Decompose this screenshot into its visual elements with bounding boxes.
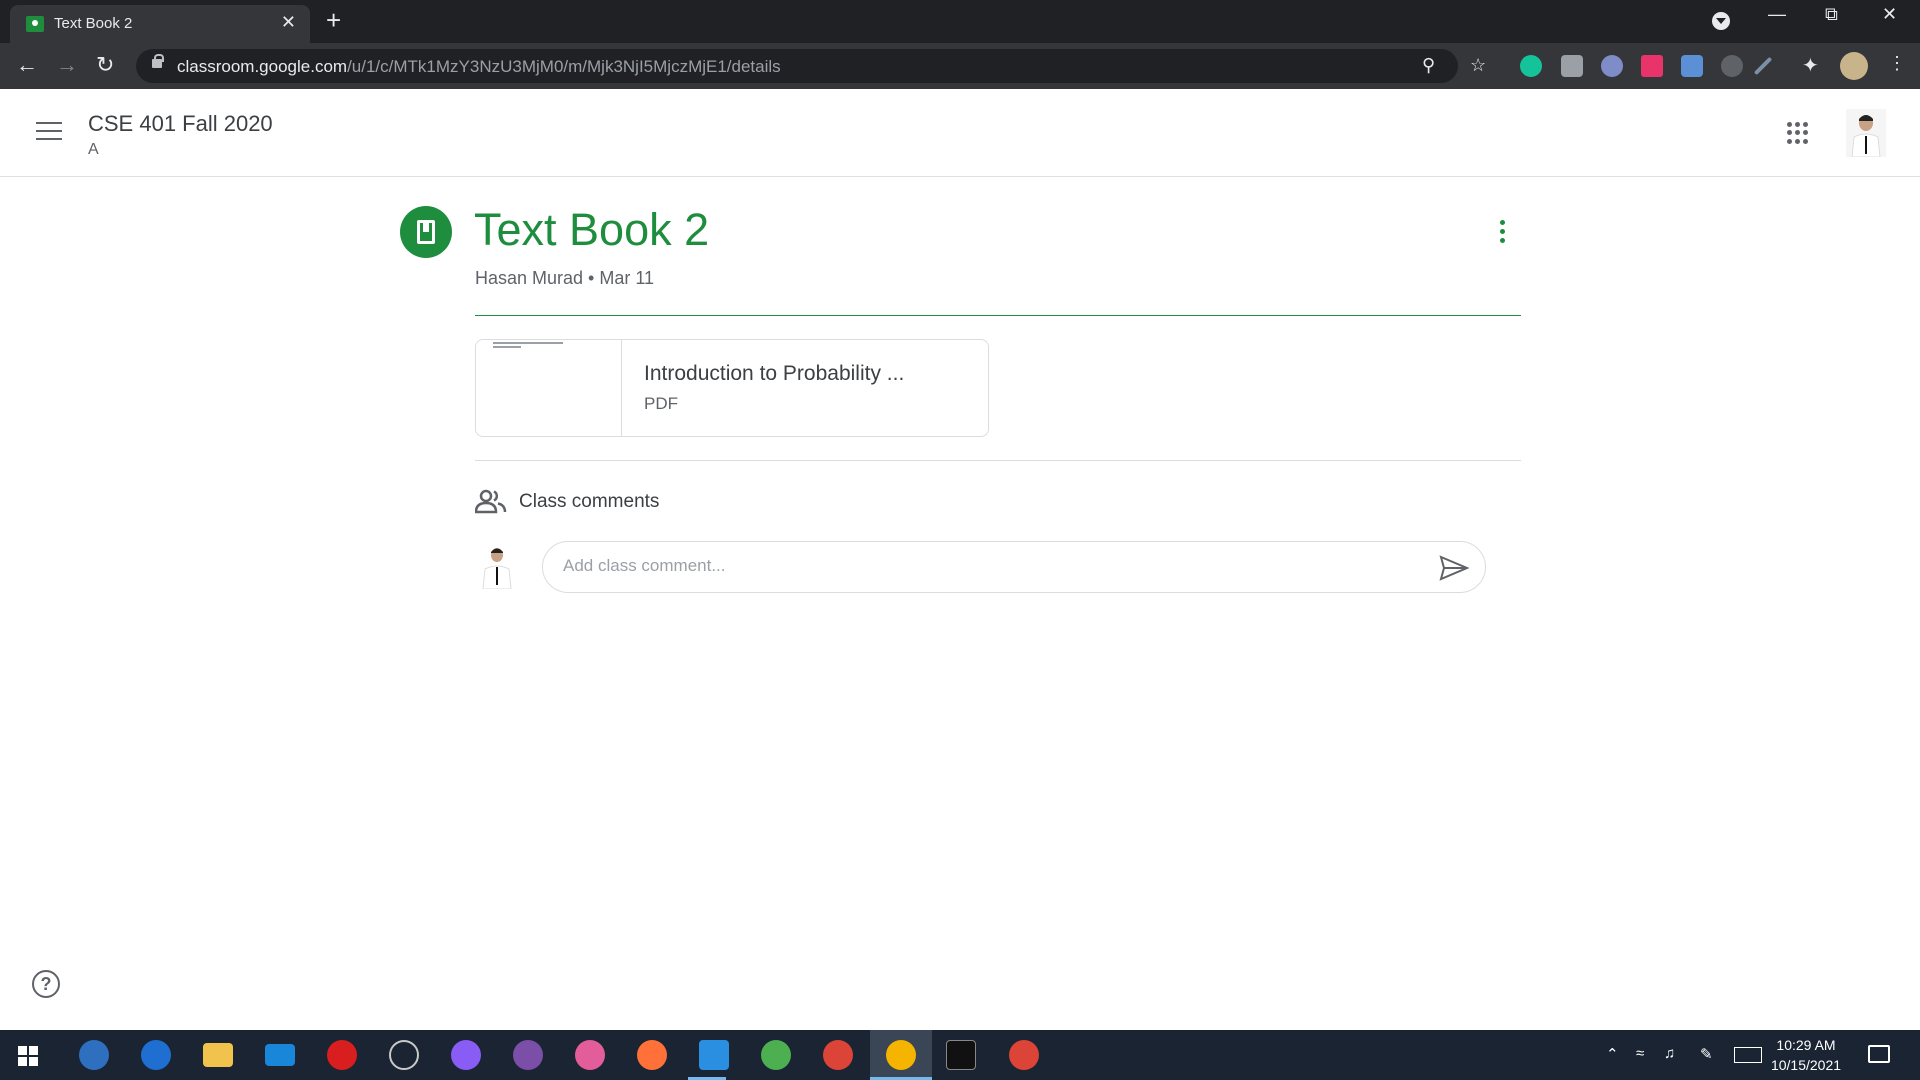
tab-search-icon[interactable] bbox=[1712, 12, 1730, 30]
user-avatar bbox=[475, 543, 519, 589]
bookmark-star-icon[interactable]: ☆ bbox=[1470, 55, 1486, 76]
extensions-puzzle-icon[interactable]: ✦ bbox=[1802, 53, 1819, 78]
material-book-icon bbox=[400, 206, 452, 258]
chrome-profile-icon[interactable] bbox=[823, 1040, 853, 1070]
class-title[interactable]: CSE 401 Fall 2020 bbox=[88, 111, 273, 137]
keyboard-icon[interactable] bbox=[1734, 1047, 1762, 1063]
attachment-name: Introduction to Probability ... bbox=[644, 362, 905, 385]
post-title: Text Book 2 bbox=[474, 204, 710, 255]
camera-extension-icon[interactable] bbox=[1561, 55, 1583, 77]
new-tab-button[interactable]: + bbox=[326, 5, 341, 35]
post-meta: Hasan Murad • Mar 11 bbox=[475, 268, 655, 288]
github-desktop-icon[interactable] bbox=[513, 1040, 543, 1070]
chrome-menu-icon[interactable]: ⋮ bbox=[1888, 53, 1906, 74]
chrome-canary-icon[interactable] bbox=[1009, 1040, 1039, 1070]
firefox-icon[interactable] bbox=[637, 1040, 667, 1070]
network-icon[interactable]: ≈ bbox=[1636, 1045, 1644, 1062]
classroom-header: CSE 401 Fall 2020 A bbox=[0, 89, 1920, 177]
show-hidden-icons-icon[interactable]: ⌃ bbox=[1606, 1045, 1619, 1063]
reload-icon[interactable]: ↻ bbox=[96, 52, 114, 78]
globe-app-icon[interactable] bbox=[761, 1040, 791, 1070]
extension-icon[interactable] bbox=[1601, 55, 1623, 77]
main-menu-icon[interactable] bbox=[36, 122, 62, 142]
chrome-icon[interactable] bbox=[886, 1040, 916, 1070]
messenger-icon[interactable] bbox=[451, 1040, 481, 1070]
paint-app-icon[interactable] bbox=[575, 1040, 605, 1070]
pen-extension-icon[interactable] bbox=[1753, 56, 1773, 76]
tab-title: Text Book 2 bbox=[54, 15, 133, 32]
browser-toolbar: ← → ↻ classroom.google.com/u/1/c/MTk1MzY… bbox=[0, 43, 1920, 89]
clock-time: 10:29 AM bbox=[1776, 1037, 1836, 1053]
flag-extension-icon[interactable] bbox=[1641, 55, 1663, 77]
url-text: classroom.google.com/u/1/c/MTk1MzY3NzU3M… bbox=[177, 57, 781, 76]
tab-close-icon[interactable]: ✕ bbox=[281, 12, 296, 33]
windows-taskbar: ⌃ ≈ ♫ ✎ 10:29 AM 10/15/2021 bbox=[0, 1030, 1920, 1080]
more-options-icon[interactable] bbox=[1497, 220, 1507, 248]
system-clock[interactable]: 10:29 AM 10/15/2021 bbox=[1768, 1035, 1844, 1075]
restore-icon[interactable]: ⧉ bbox=[1825, 4, 1838, 25]
browser-tab[interactable]: Text Book 2 ✕ bbox=[10, 5, 310, 43]
volume-icon[interactable]: ♫ bbox=[1664, 1045, 1675, 1062]
pen-workspace-icon[interactable]: ✎ bbox=[1700, 1045, 1713, 1063]
address-bar[interactable]: classroom.google.com/u/1/c/MTk1MzY3NzU3M… bbox=[136, 49, 1458, 83]
back-icon[interactable]: ← bbox=[16, 52, 38, 78]
minimize-icon[interactable]: — bbox=[1768, 4, 1786, 25]
profile-avatar[interactable] bbox=[1840, 52, 1868, 80]
classroom-favicon-icon bbox=[26, 16, 44, 32]
class-comments-label: Class comments bbox=[519, 491, 660, 512]
class-comment-field[interactable] bbox=[542, 541, 1486, 593]
people-icon bbox=[475, 489, 507, 514]
opera-icon[interactable] bbox=[327, 1040, 357, 1070]
vscode-icon[interactable] bbox=[699, 1040, 729, 1070]
attachment-divider bbox=[475, 460, 1521, 461]
attachment-card[interactable]: Introduction to Probability ... PDF bbox=[475, 339, 989, 437]
send-icon[interactable] bbox=[1439, 555, 1469, 581]
clock-date: 10/15/2021 bbox=[1770, 1057, 1842, 1073]
account-avatar[interactable] bbox=[1846, 109, 1886, 157]
quickbooks-icon[interactable] bbox=[79, 1040, 109, 1070]
grammarly-extension-icon[interactable] bbox=[1520, 55, 1542, 77]
satellite-app-icon[interactable] bbox=[389, 1040, 419, 1070]
help-icon[interactable]: ? bbox=[32, 970, 60, 998]
attachment-type: PDF bbox=[644, 394, 678, 413]
class-comment-input[interactable] bbox=[563, 556, 1383, 576]
class-section: A bbox=[88, 141, 99, 158]
zoom-icon[interactable]: ⚲ bbox=[1422, 55, 1435, 76]
file-explorer-icon[interactable] bbox=[203, 1043, 233, 1067]
close-window-icon[interactable]: ✕ bbox=[1882, 4, 1897, 25]
lock-icon bbox=[152, 54, 164, 68]
edge-icon[interactable] bbox=[141, 1040, 171, 1070]
terminal-icon[interactable] bbox=[946, 1040, 976, 1070]
windows-start-icon[interactable] bbox=[18, 1046, 38, 1066]
notifications-icon[interactable] bbox=[1868, 1045, 1890, 1063]
google-apps-icon[interactable] bbox=[1787, 122, 1809, 144]
download-extension-icon[interactable] bbox=[1681, 55, 1703, 77]
browser-tab-strip: Text Book 2 ✕ + — ⧉ ✕ bbox=[0, 0, 1920, 43]
title-divider bbox=[475, 315, 1521, 316]
forward-icon[interactable]: → bbox=[56, 52, 78, 78]
pdf-thumbnail bbox=[476, 340, 622, 436]
mail-icon[interactable] bbox=[265, 1044, 295, 1066]
link-extension-icon[interactable] bbox=[1721, 55, 1743, 77]
